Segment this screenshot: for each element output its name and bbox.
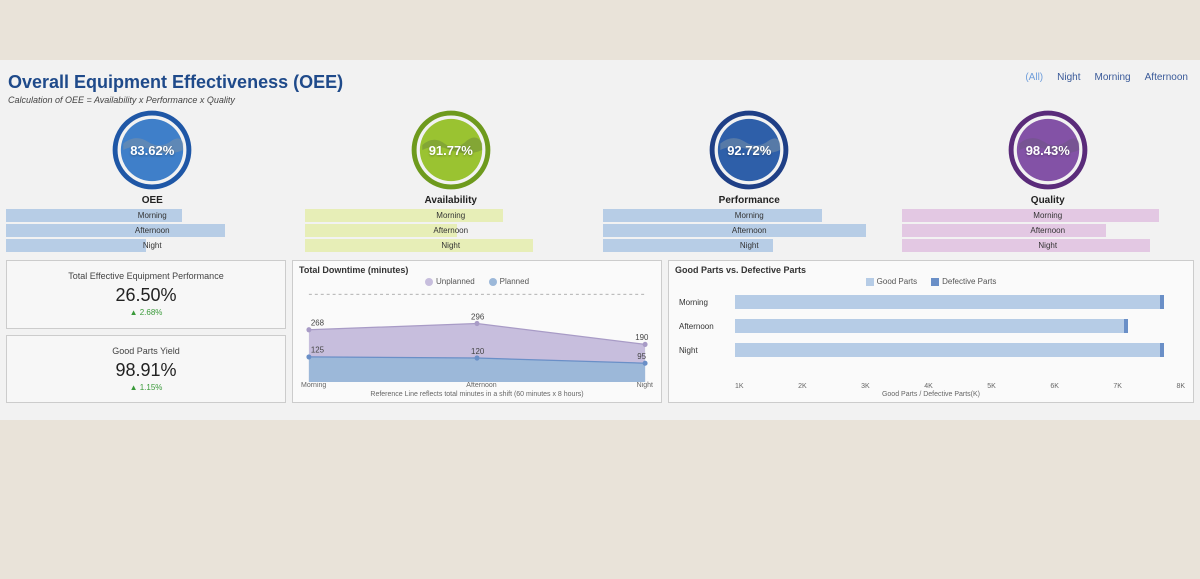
filter-all[interactable]: (All) — [1025, 72, 1043, 83]
panel-goodparts[interactable]: Good Parts vs. Defective Parts Good Part… — [668, 260, 1194, 403]
svg-text:120: 120 — [471, 347, 485, 356]
page-title: Overall Equipment Effectiveness (OEE) — [8, 72, 343, 93]
dashboard-root: Overall Equipment Effectiveness (OEE) Ca… — [0, 60, 1200, 420]
avail-bar-afternoon[interactable]: Afternoon — [305, 224, 598, 237]
filter-night[interactable]: Night — [1057, 72, 1080, 83]
header: Overall Equipment Effectiveness (OEE) Ca… — [0, 60, 1200, 105]
performance-shift-bars: Morning Afternoon Night — [603, 209, 896, 254]
metrics-row: 83.62% OEE Morning Afternoon Night 91.77… — [0, 105, 1200, 254]
perf-bar-morning[interactable]: Morning — [603, 209, 896, 222]
svg-text:296: 296 — [471, 312, 485, 321]
metric-quality: 98.43% Quality Morning Afternoon Night — [902, 109, 1195, 254]
kpi-teep-label: Total Effective Equipment Performance — [68, 271, 223, 281]
gauge-quality-value: 98.43% — [1007, 109, 1089, 191]
avail-bar-night[interactable]: Night — [305, 239, 598, 252]
quality-shift-bars: Morning Afternoon Night — [902, 209, 1195, 254]
gauge-availability[interactable]: 91.77% — [410, 109, 492, 191]
metric-performance-name: Performance — [719, 195, 780, 206]
kpi-yield-value: 98.91% — [115, 360, 176, 381]
gp-row-night: Night — [675, 340, 1187, 360]
oee-bar-afternoon[interactable]: Afternoon — [6, 224, 299, 237]
kpi-teep-value: 26.50% — [115, 285, 176, 306]
title-block: Overall Equipment Effectiveness (OEE) Ca… — [8, 72, 343, 105]
metric-oee-name: OEE — [142, 195, 163, 206]
downtime-chart: 268 296 190 125 120 95 — [299, 288, 655, 382]
metric-quality-name: Quality — [1031, 195, 1065, 206]
kpi-yield-delta: 1.15% — [130, 383, 163, 392]
qual-bar-night[interactable]: Night — [902, 239, 1195, 252]
kpi-yield[interactable]: Good Parts Yield 98.91% 1.15% — [6, 335, 286, 404]
gauge-performance[interactable]: 92.72% — [708, 109, 790, 191]
perf-bar-afternoon[interactable]: Afternoon — [603, 224, 896, 237]
availability-shift-bars: Morning Afternoon Night — [305, 209, 598, 254]
legend-unplanned: Unplanned — [425, 277, 475, 286]
kpi-teep[interactable]: Total Effective Equipment Performance 26… — [6, 260, 286, 329]
oee-shift-bars: Morning Afternoon Night — [6, 209, 299, 254]
goodparts-title: Good Parts vs. Defective Parts — [675, 265, 1187, 275]
oee-bar-morning[interactable]: Morning — [6, 209, 299, 222]
kpi-yield-label: Good Parts Yield — [112, 346, 180, 356]
goodparts-axis: 1K 2K 3K 4K 5K 6K 7K 8K — [675, 383, 1187, 390]
filter-morning[interactable]: Morning — [1094, 72, 1130, 83]
gauge-quality[interactable]: 98.43% — [1007, 109, 1089, 191]
svg-text:125: 125 — [311, 346, 325, 355]
dt-u1: 268 — [311, 318, 325, 327]
downtime-axis: Morning Afternoon Night — [299, 382, 655, 389]
qual-bar-morning[interactable]: Morning — [902, 209, 1195, 222]
metric-availability: 91.77% Availability Morning Afternoon Ni… — [305, 109, 598, 254]
metric-availability-name: Availability — [425, 195, 477, 206]
svg-text:95: 95 — [637, 352, 646, 361]
legend-good: Good Parts — [866, 277, 917, 286]
goodparts-chart: Morning Afternoon Night — [675, 288, 1187, 383]
metric-performance: 92.72% Performance Morning Afternoon Nig… — [603, 109, 896, 254]
filter-afternoon[interactable]: Afternoon — [1145, 72, 1188, 83]
downtime-footnote: Reference Line reflects total minutes in… — [299, 391, 655, 398]
gauge-availability-value: 91.77% — [410, 109, 492, 191]
svg-text:190: 190 — [635, 333, 649, 342]
goodparts-axis-label: Good Parts / Defective Parts(K) — [675, 391, 1187, 398]
perf-bar-night[interactable]: Night — [603, 239, 896, 252]
page-subtitle: Calculation of OEE = Availability x Perf… — [8, 95, 343, 105]
metric-oee: 83.62% OEE Morning Afternoon Night — [6, 109, 299, 254]
shift-filter: (All) Night Morning Afternoon — [1025, 72, 1188, 83]
gauge-oee-value: 83.62% — [111, 109, 193, 191]
gauge-oee[interactable]: 83.62% — [111, 109, 193, 191]
panel-downtime[interactable]: Total Downtime (minutes) Unplanned Plann… — [292, 260, 662, 403]
legend-planned: Planned — [489, 277, 529, 286]
kpi-teep-delta: 2.68% — [130, 308, 163, 317]
qual-bar-afternoon[interactable]: Afternoon — [902, 224, 1195, 237]
kpi-stack: Total Effective Equipment Performance 26… — [6, 260, 286, 403]
goodparts-legend: Good Parts Defective Parts — [675, 277, 1187, 286]
bottom-row: Total Effective Equipment Performance 26… — [0, 254, 1200, 409]
downtime-title: Total Downtime (minutes) — [299, 265, 655, 275]
gp-row-afternoon: Afternoon — [675, 316, 1187, 336]
oee-bar-night[interactable]: Night — [6, 239, 299, 252]
downtime-legend: Unplanned Planned — [299, 277, 655, 286]
legend-defect: Defective Parts — [931, 277, 996, 286]
avail-bar-morning[interactable]: Morning — [305, 209, 598, 222]
gauge-performance-value: 92.72% — [708, 109, 790, 191]
gp-row-morning: Morning — [675, 292, 1187, 312]
